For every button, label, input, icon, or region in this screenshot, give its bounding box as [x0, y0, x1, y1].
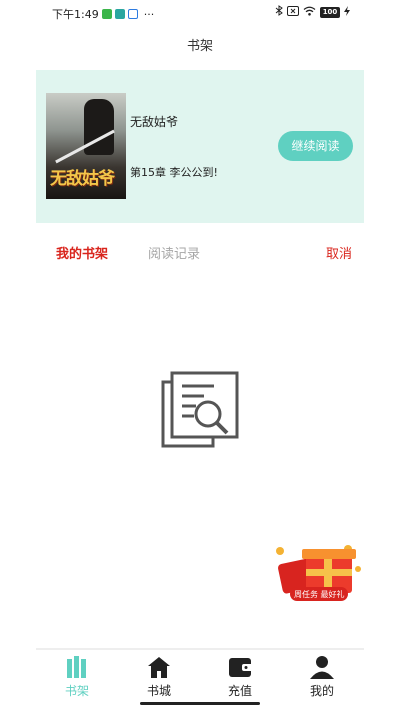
nav-item-profile[interactable]: 我的	[292, 654, 352, 699]
charging-icon	[344, 5, 350, 19]
nav-item-recharge[interactable]: 充值	[210, 654, 270, 699]
book-chapter: 第15章 李公公到!	[130, 166, 218, 179]
bluetooth-icon	[275, 5, 283, 19]
battery-level: 100	[322, 7, 338, 16]
empty-shelf-icon	[160, 370, 240, 450]
nav-item-bookshelf[interactable]: 书架	[47, 654, 107, 699]
recent-reading-card[interactable]: 无敌姑爷 无敌姑爷 第15章 李公公到! 继续阅读	[36, 70, 364, 223]
person-icon	[310, 656, 334, 679]
cover-figure	[84, 99, 114, 155]
tab-my-shelf[interactable]: 我的书架	[56, 243, 108, 262]
more-notifications-icon: ···	[143, 7, 155, 21]
nav-label-bookshelf: 书架	[64, 684, 89, 698]
home-indicator[interactable]	[140, 702, 260, 705]
shelf-tabs: 我的书架 阅读记录 取消	[36, 236, 364, 266]
promo-gift-banner[interactable]: 周任务 最好礼	[270, 543, 364, 607]
cover-title: 无敌姑爷	[50, 169, 115, 189]
cancel-button[interactable]: 取消	[326, 243, 352, 262]
nav-item-bookstore[interactable]: 书城	[129, 654, 189, 699]
home-icon	[148, 657, 170, 678]
nav-label-recharge: 充值	[227, 684, 252, 698]
page-title: 书架	[186, 39, 213, 54]
no-sim-icon	[287, 5, 299, 19]
books-icon	[67, 656, 86, 678]
wechat-notification-icon	[101, 9, 112, 19]
app-notification-icon	[114, 9, 125, 19]
battery-icon: 100	[320, 6, 340, 18]
status-bar: 下午1:49 ··· 100	[36, 0, 364, 24]
tab-reading-history[interactable]: 阅读记录	[148, 243, 200, 262]
nav-label-bookstore: 书城	[146, 684, 171, 698]
status-right: 100	[275, 5, 350, 19]
wallet-icon	[229, 658, 253, 677]
status-left: 下午1:49 ···	[52, 6, 154, 22]
continue-reading-button[interactable]: 继续阅读	[278, 131, 353, 161]
nav-label-profile: 我的	[309, 684, 334, 698]
wifi-icon	[303, 6, 316, 19]
bottom-nav: 书架 书城 充值 我的	[36, 648, 364, 705]
phone-screen: 下午1:49 ··· 100 书架 无敌姑爷 无敌姑爷 第15章 李公公到! 继…	[36, 0, 364, 711]
status-time: 下午1:49	[52, 8, 99, 21]
book-title[interactable]: 无敌姑爷	[130, 113, 178, 130]
promo-label: 周任务 最好礼	[294, 590, 345, 599]
alipay-notification-icon	[127, 9, 138, 19]
book-cover[interactable]: 无敌姑爷	[46, 93, 126, 199]
